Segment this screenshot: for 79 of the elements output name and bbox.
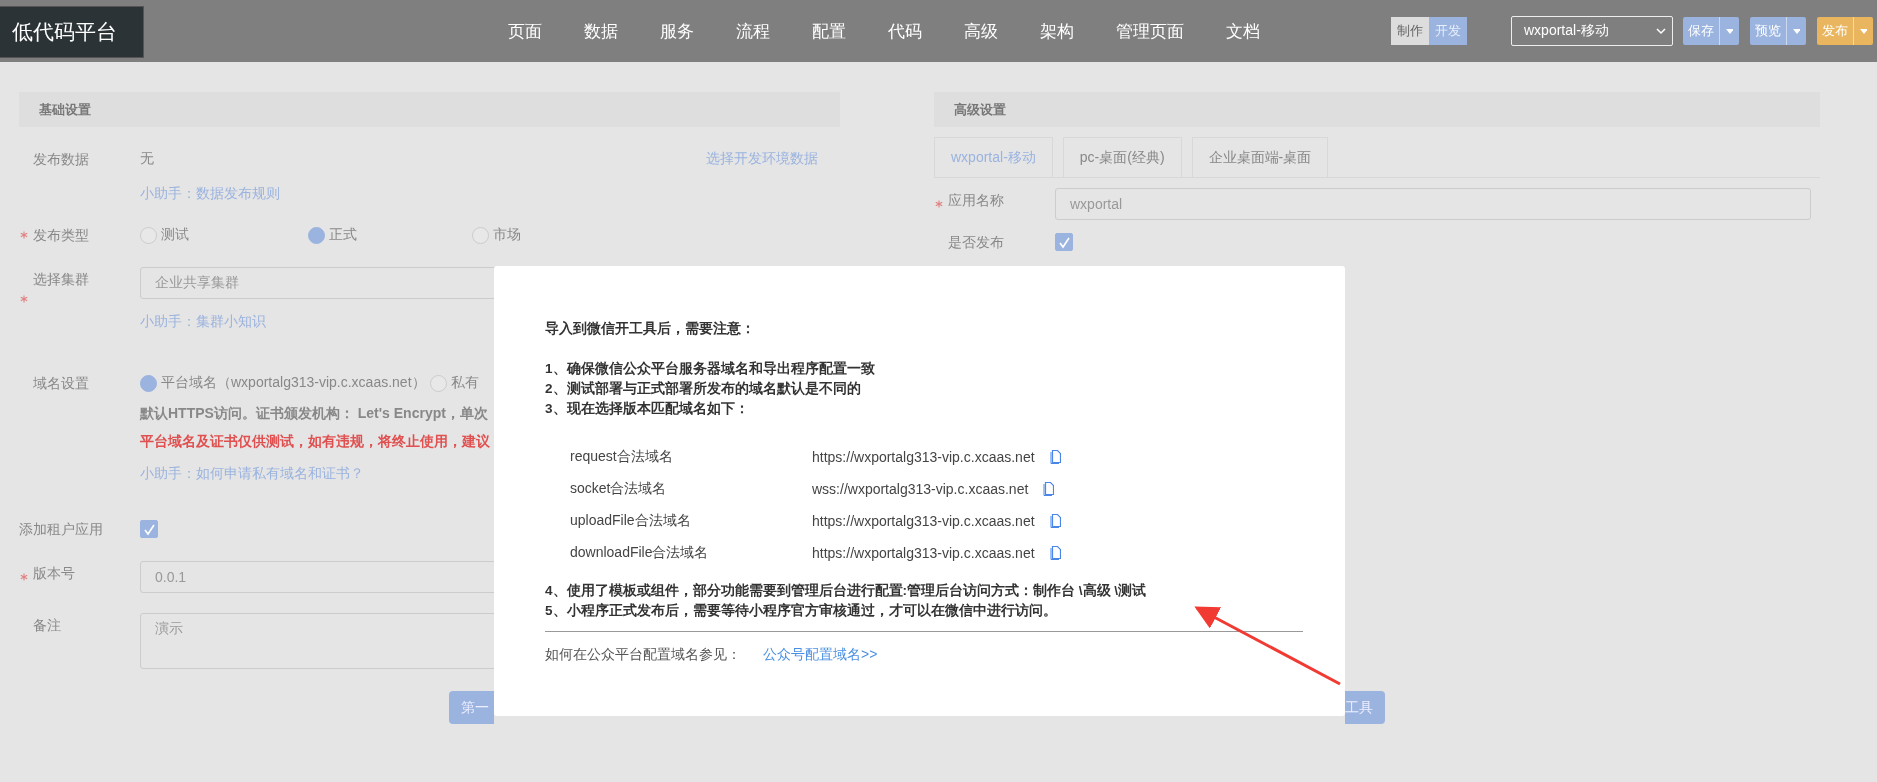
radio-label: 正式: [329, 226, 357, 244]
checkbox[interactable]: [140, 520, 158, 538]
radio-button[interactable]: [429, 374, 447, 392]
domain-label: socket合法域名: [570, 480, 668, 498]
notice-text: 平台域名及证书仅供测试，如有违规，将终止使用，建议: [140, 433, 490, 451]
section-header: 高级设置: [934, 92, 1820, 127]
caret-down-icon: [1726, 28, 1733, 34]
mode-toggle-option[interactable]: 开发: [1429, 17, 1467, 45]
domain-url: https://wxportalg313-vip.c.xcaas.net: [812, 513, 1035, 529]
config-domain-link[interactable]: 公众号配置域名>>: [763, 646, 878, 664]
radio-label: 市场: [493, 226, 521, 244]
radio-button[interactable]: [140, 374, 157, 392]
nav-link[interactable]: 文档: [1226, 19, 1260, 43]
field-label: 应用名称: [948, 191, 1004, 210]
section-header: 基础设置: [19, 92, 840, 127]
domain-label: request合法域名: [570, 448, 674, 466]
field-label: 域名设置: [33, 374, 89, 393]
caret-down-icon: [1860, 28, 1867, 34]
field-label: 发布类型: [33, 226, 89, 245]
copy-icon[interactable]: [1048, 513, 1061, 529]
domain-url: https://wxportalg313-vip.c.xcaas.net: [812, 545, 1035, 561]
nav-link[interactable]: 页面: [508, 19, 542, 43]
field-label: 选择集群: [33, 270, 89, 289]
domain-label: uploadFile合法域名: [570, 512, 692, 530]
nav-link[interactable]: 数据: [584, 19, 618, 43]
copy-icon[interactable]: [1042, 481, 1055, 497]
copy-icon[interactable]: [1048, 545, 1061, 561]
field-label: 添加租户应用: [19, 520, 103, 539]
dropdown-button[interactable]: [1786, 17, 1806, 45]
nav-link[interactable]: 架构: [1040, 19, 1074, 43]
note-text: 3、现在选择版本匹配域名如下：: [545, 400, 750, 418]
copy-icon[interactable]: [1048, 449, 1061, 465]
dropdown-button[interactable]: [1853, 17, 1873, 45]
nav-link[interactable]: 服务: [660, 19, 694, 43]
notice-text: 默认HTTPS访问。证书颁发机构： Let's Encrypt，单次: [140, 405, 488, 423]
radio-label: 测试: [161, 226, 189, 244]
radio-button[interactable]: [472, 226, 489, 244]
action-button[interactable]: 预览: [1750, 17, 1786, 45]
tab[interactable]: 企业桌面端-桌面: [1191, 137, 1329, 177]
button[interactable]: 工具: [1345, 691, 1385, 724]
field-label: 备注: [33, 616, 61, 635]
caret-down-icon: [1793, 28, 1800, 34]
note-text: 2、测试部署与正式部署所发布的域名默认是不同的: [545, 380, 862, 398]
check-icon: [1057, 235, 1071, 249]
help-link[interactable]: 小助手：集群小知识: [140, 313, 266, 329]
mode-toggle-option[interactable]: 制作: [1391, 17, 1429, 45]
radio-button[interactable]: [140, 226, 157, 244]
note-text: 1、确保微信公众平台服务器域名和导出程序配置一致: [545, 360, 876, 378]
select-data-link[interactable]: 选择开发环境数据: [706, 150, 818, 168]
field-label: 发布数据: [33, 150, 89, 169]
check-icon: [142, 522, 156, 536]
radio-label: 平台域名（wxportalg313-vip.c.xcaas.net）: [161, 374, 426, 392]
tab[interactable]: wxportal-移动: [934, 137, 1053, 177]
button[interactable]: 第一: [449, 691, 494, 724]
dropdown-button[interactable]: [1719, 17, 1739, 45]
logo[interactable]: 低代码平台: [0, 7, 143, 57]
field-value: 无: [140, 150, 154, 168]
checkbox[interactable]: [1055, 233, 1073, 251]
help-link[interactable]: 小助手：数据发布规则: [140, 185, 280, 201]
domain-label: downloadFile合法域名: [570, 544, 710, 562]
nav-link[interactable]: 流程: [736, 19, 770, 43]
action-button[interactable]: 发布: [1817, 17, 1853, 45]
dialog-heading: 导入到微信开工具后，需要注意：: [545, 320, 756, 338]
domain-url: https://wxportalg313-vip.c.xcaas.net: [812, 449, 1035, 465]
help-link[interactable]: 小助手：如何申请私有域名和证书？: [140, 465, 364, 481]
radio-button[interactable]: [308, 226, 325, 244]
app-select[interactable]: wxportal-移动: [1511, 16, 1673, 46]
nav-link[interactable]: 高级: [964, 19, 998, 43]
field-label: 版本号: [33, 564, 75, 583]
field-label: 是否发布: [948, 233, 1004, 252]
nav-link[interactable]: 管理页面: [1116, 19, 1184, 43]
nav-link[interactable]: 配置: [812, 19, 846, 43]
input-field[interactable]: wxportal: [1055, 188, 1811, 220]
tab[interactable]: pc-桌面(经典): [1062, 137, 1182, 177]
domain-url: wss://wxportalg313-vip.c.xcaas.net: [812, 481, 1029, 497]
chevron-down-icon: [1656, 27, 1666, 35]
radio-label: 私有: [450, 374, 479, 392]
action-button[interactable]: 保存: [1683, 17, 1719, 45]
nav-link[interactable]: 代码: [888, 19, 922, 43]
